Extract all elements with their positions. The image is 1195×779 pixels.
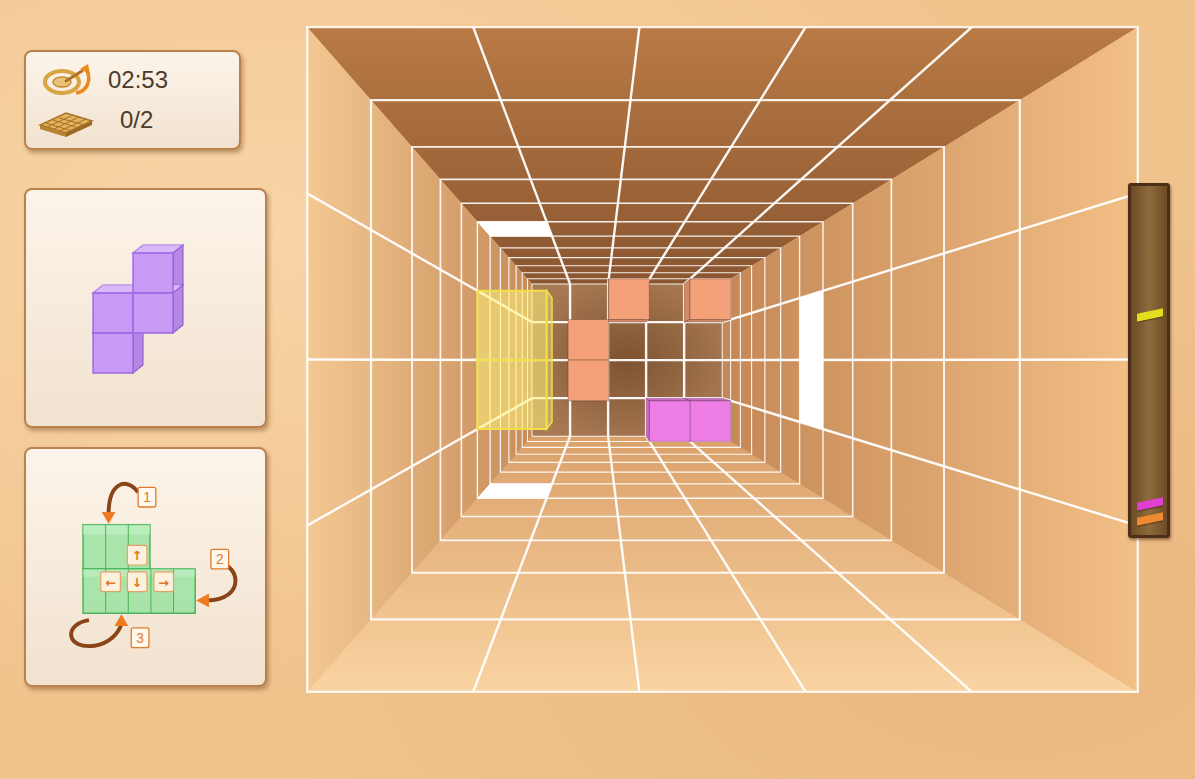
falling-piece[interactable]: [477, 291, 552, 429]
next-piece-panel: [24, 188, 267, 428]
falling-cube[interactable]: [477, 360, 552, 429]
wall-shadow: [477, 222, 552, 237]
depth-marker: [1137, 497, 1163, 511]
arrow-key[interactable]: ←: [101, 572, 121, 592]
piece-shadows: [477, 222, 823, 499]
depth-meter: [1128, 183, 1170, 538]
svg-text:3: 3: [136, 631, 144, 646]
wall-shadow: [800, 291, 823, 360]
stacked-cube: [568, 320, 609, 361]
cube-front: [93, 333, 133, 373]
controls-diagram: ↑ ← ↓ → 1 2 3: [26, 449, 265, 685]
arrow-key[interactable]: ↓: [127, 572, 147, 592]
controls-panel: ↑ ← ↓ → 1 2 3: [24, 447, 267, 687]
depth-marker: [1137, 308, 1163, 322]
cube-front: [133, 253, 173, 293]
arrow-key[interactable]: →: [154, 572, 174, 592]
layers-text: 0/2: [108, 106, 153, 135]
side-column: 02:53 0/2 ↑ ← ↓ → 1 2 3: [24, 50, 267, 687]
svg-text:1: 1: [143, 490, 151, 505]
wall-shadow: [477, 484, 552, 499]
svg-text:2: 2: [216, 552, 224, 567]
wall-shadow: [477, 484, 552, 499]
svg-text:←: ←: [105, 575, 116, 590]
rotation-badge: 3: [131, 628, 149, 648]
right-wall: [722, 27, 1138, 692]
cube-front: [93, 293, 133, 333]
rotate-arrows: [71, 484, 235, 646]
pit-walls: [307, 27, 1138, 692]
green-piece: [83, 525, 195, 614]
stacked-cube: [646, 398, 690, 441]
pit-grid: [307, 27, 1138, 692]
arrow-key[interactable]: ↑: [127, 545, 147, 565]
status-panel: 02:53 0/2: [24, 50, 241, 150]
stacked-cube: [684, 398, 731, 441]
wall-shadow: [800, 360, 823, 429]
depth-marker: [1137, 513, 1163, 527]
cube-side-shade: [173, 285, 183, 333]
cube-side: [173, 285, 183, 333]
svg-text:→: →: [158, 575, 169, 590]
stacked-cubes: [568, 279, 731, 442]
timer-text: 02:53: [108, 66, 168, 95]
next-piece: [91, 241, 201, 376]
layers-row: 0/2: [36, 103, 231, 137]
falling-cube[interactable]: [477, 291, 552, 360]
stacked-cube: [568, 360, 609, 401]
stacked-cube: [684, 279, 731, 322]
wall-shadow: [477, 222, 552, 237]
rotation-badge: 2: [211, 549, 229, 569]
layers-icon: [36, 103, 96, 137]
rotation-badge: 1: [138, 487, 156, 507]
game-screen: 02:53 0/2 ↑ ← ↓ → 1 2 3: [0, 0, 1195, 779]
stacked-cube: [608, 279, 649, 322]
cube-front: [133, 293, 173, 333]
timer-row: 02:53: [36, 63, 231, 97]
timer-icon: [36, 63, 96, 97]
svg-text:↑: ↑: [132, 548, 143, 563]
game-pit[interactable]: [307, 27, 1138, 692]
svg-text:↓: ↓: [132, 575, 143, 590]
